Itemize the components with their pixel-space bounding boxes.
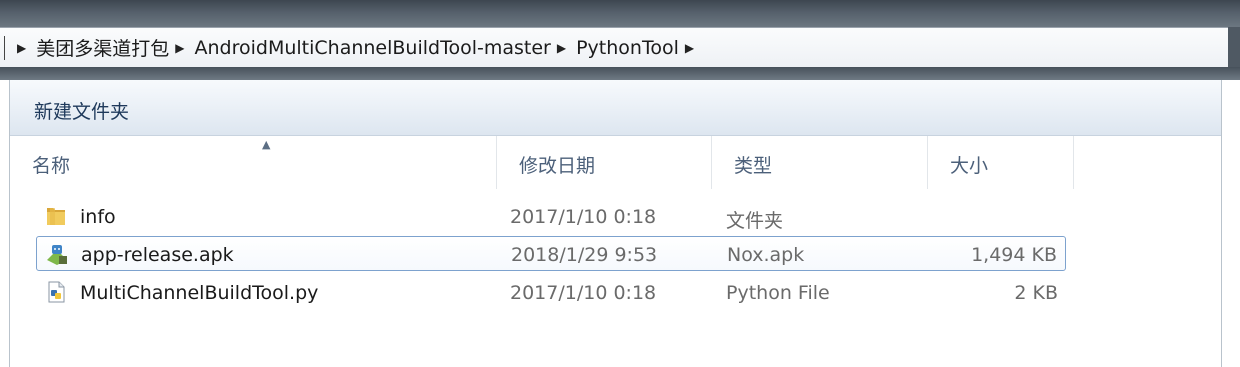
column-date-label: 修改日期: [519, 155, 596, 177]
window-frame: [0, 0, 1240, 27]
file-name: info: [80, 206, 116, 228]
column-divider[interactable]: [1073, 136, 1074, 189]
file-type: Python File: [726, 282, 830, 304]
apk-icon: [47, 245, 67, 265]
column-size[interactable]: 大小: [928, 136, 1074, 189]
file-date: 2017/1/10 0:18: [510, 282, 657, 304]
breadcrumb-toolmaster[interactable]: AndroidMultiChannelBuildTool-master: [194, 37, 550, 59]
breadcrumb-pythontool[interactable]: PythonTool: [576, 37, 679, 59]
column-header: 名称 ▲ 修改日期 类型 大小: [10, 136, 1221, 189]
column-size-label: 大小: [950, 155, 989, 177]
breadcrumb-meituan[interactable]: 美团多渠道打包: [36, 34, 169, 61]
column-name[interactable]: 名称 ▲: [10, 136, 497, 189]
address-bar[interactable]: ▶ 美团多渠道打包 ▶ AndroidMultiChannelBuildTool…: [0, 27, 1228, 68]
file-row-info[interactable]: info 2017/1/10 0:18 文件夹: [36, 199, 1066, 234]
file-type: Nox.apk: [727, 244, 805, 266]
column-type-label: 类型: [734, 155, 773, 177]
chevron-right-icon[interactable]: ▶: [17, 41, 26, 55]
file-type: 文件夹: [726, 210, 784, 232]
new-folder-button[interactable]: 新建文件夹: [34, 97, 129, 124]
chevron-right-icon[interactable]: ▶: [557, 41, 566, 55]
address-bar-edge: [0, 35, 5, 60]
window-frame-band: [0, 67, 1240, 80]
file-name: MultiChannelBuildTool.py: [80, 282, 319, 304]
file-size: 1,494 KB: [971, 244, 1057, 266]
file-date: 2017/1/10 0:18: [510, 206, 657, 228]
file-size: 2 KB: [1014, 282, 1058, 304]
column-type[interactable]: 类型: [712, 136, 928, 189]
sort-up-icon: ▲: [262, 138, 271, 151]
window-frame-edge: [1228, 27, 1240, 72]
column-date[interactable]: 修改日期: [497, 136, 712, 189]
pane-border-left: [9, 80, 10, 367]
chevron-right-icon[interactable]: ▶: [175, 41, 184, 55]
folder-icon: [47, 208, 65, 225]
chevron-right-icon[interactable]: ▶: [685, 41, 694, 55]
column-name-label: 名称: [32, 155, 71, 177]
file-row-multichannel[interactable]: MultiChannelBuildTool.py 2017/1/10 0:18 …: [36, 275, 1066, 310]
file-name: app-release.apk: [81, 244, 234, 266]
command-bar: 新建文件夹: [9, 80, 1221, 136]
pane-border-right: [1221, 80, 1222, 367]
file-date: 2018/1/29 9:53: [511, 244, 658, 266]
python-file-icon: [48, 281, 65, 303]
file-row-app-release[interactable]: app-release.apk 2018/1/29 9:53 Nox.apk 1…: [36, 236, 1066, 271]
